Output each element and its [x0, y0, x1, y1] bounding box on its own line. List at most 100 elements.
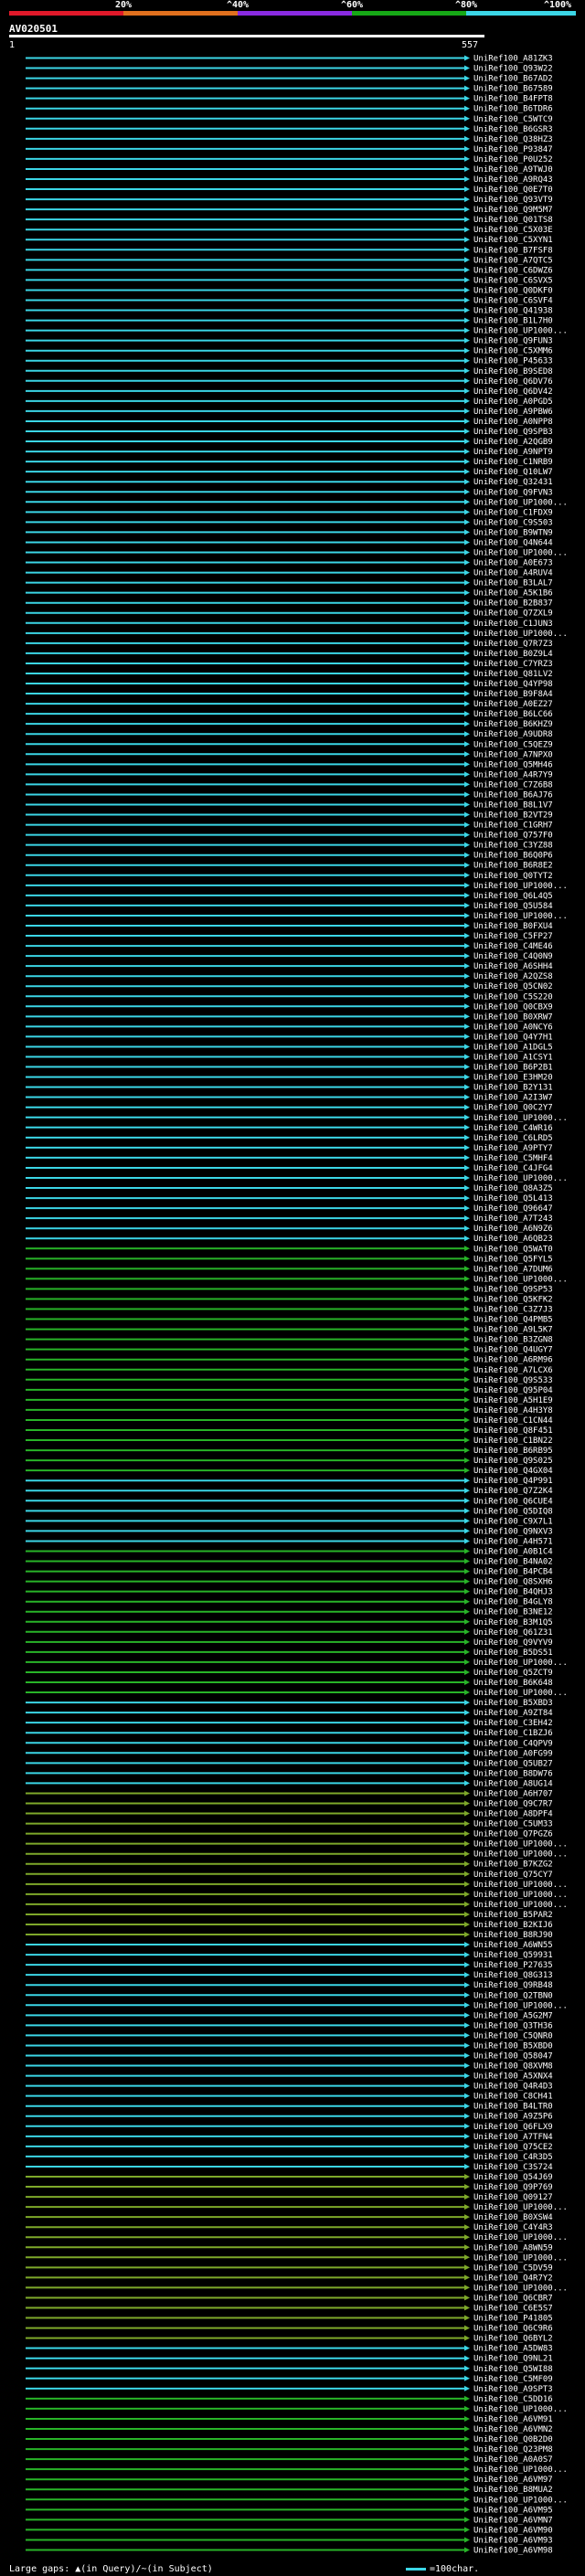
hit-label[interactable]: UniRef100_Q5L413	[473, 1194, 553, 1203]
hit-label[interactable]: UniRef100_C5MF09	[473, 2375, 553, 2384]
hit-label[interactable]: UniRef100_C4Q0N9	[473, 952, 553, 961]
hit-label[interactable]: UniRef100_UP1000...	[473, 630, 568, 639]
hit-label[interactable]: UniRef100_Q95P04	[473, 1386, 553, 1395]
hit-label[interactable]: UniRef100_B8MUA2	[473, 2486, 553, 2495]
hit-label[interactable]: UniRef100_B2Y131	[473, 1084, 553, 1093]
hit-label[interactable]: UniRef100_B4FPT8	[473, 95, 553, 104]
hit-label[interactable]: UniRef100_C1CN44	[473, 1416, 553, 1426]
hit-label[interactable]: UniRef100_Q4YP98	[473, 680, 553, 689]
hit-label[interactable]: UniRef100_B6KHZ9	[473, 720, 553, 729]
hit-label[interactable]: UniRef100_UP1000...	[473, 1850, 568, 1860]
hit-label[interactable]: UniRef100_A6WN55	[473, 1941, 553, 1950]
hit-label[interactable]: UniRef100_A5XNX4	[473, 2072, 553, 2082]
hit-label[interactable]: UniRef100_A6VM97	[473, 2475, 553, 2485]
hit-label[interactable]: UniRef100_A9SPT3	[473, 2385, 553, 2394]
hit-label[interactable]: UniRef100_A9PTY7	[473, 1144, 553, 1153]
hit-label[interactable]: UniRef100_C4JFG4	[473, 1164, 553, 1173]
hit-label[interactable]: UniRef100_Q38HZ3	[473, 135, 553, 144]
hit-label[interactable]: UniRef100_Q9VYV9	[473, 1638, 553, 1648]
hit-label[interactable]: UniRef100_UP1000...	[473, 327, 568, 336]
hit-label[interactable]: UniRef100_B4GLY8	[473, 1598, 553, 1607]
hit-label[interactable]: UniRef100_Q9C7R7	[473, 1799, 553, 1808]
hit-label[interactable]: UniRef100_A5H1E9	[473, 1396, 553, 1405]
hit-label[interactable]: UniRef100_UP1000...	[473, 498, 568, 507]
hit-label[interactable]: UniRef100_A6VM91	[473, 2415, 553, 2424]
hit-label[interactable]: UniRef100_A8WN59	[473, 2243, 553, 2253]
hit-label[interactable]: UniRef100_Q9NXV3	[473, 1527, 553, 1536]
hit-label[interactable]: UniRef100_C5S220	[473, 992, 553, 1002]
hit-label[interactable]: UniRef100_Q6L4Q5	[473, 892, 553, 901]
hit-label[interactable]: UniRef100_A2QZS8	[473, 972, 553, 981]
hit-label[interactable]: UniRef100_B5PAR2	[473, 1911, 553, 1920]
hit-label[interactable]: UniRef100_Q6DV42	[473, 387, 553, 397]
hit-label[interactable]: UniRef100_Q6DV76	[473, 377, 553, 387]
hit-label[interactable]: UniRef100_UP1000...	[473, 2465, 568, 2475]
hit-label[interactable]: UniRef100_UP1000...	[473, 1901, 568, 1910]
hit-label[interactable]: UniRef100_Q09127	[473, 2193, 553, 2202]
hit-label[interactable]: UniRef100_Q9S025	[473, 1457, 553, 1466]
hit-label[interactable]: UniRef100_Q0B2D0	[473, 2435, 553, 2444]
hit-label[interactable]: UniRef100_A6VM98	[473, 2546, 553, 2555]
hit-label[interactable]: UniRef100_C3YZ88	[473, 842, 553, 851]
hit-label[interactable]: UniRef100_A8UG14	[473, 1779, 553, 1788]
hit-label[interactable]: UniRef100_P0U252	[473, 155, 553, 164]
hit-label[interactable]: UniRef100_A0E673	[473, 559, 553, 568]
hit-label[interactable]: UniRef100_C3Z7J3	[473, 1306, 553, 1315]
hit-label[interactable]: UniRef100_Q32431	[473, 478, 553, 487]
hit-label[interactable]: UniRef100_B4QHJ3	[473, 1588, 553, 1597]
hit-label[interactable]: UniRef100_UP1000...	[473, 1275, 568, 1284]
hit-label[interactable]: UniRef100_Q8F451	[473, 1426, 553, 1436]
hit-label[interactable]: UniRef100_UP1000...	[473, 1114, 568, 1123]
hit-label[interactable]: UniRef100_A9NPT9	[473, 448, 553, 457]
hit-label[interactable]: UniRef100_B67AD2	[473, 75, 553, 84]
hit-label[interactable]: UniRef100_B4PCB4	[473, 1568, 553, 1577]
hit-label[interactable]: UniRef100_A6VM93	[473, 2536, 553, 2545]
hit-label[interactable]: UniRef100_A0A0S7	[473, 2455, 553, 2465]
hit-label[interactable]: UniRef100_UP1000...	[473, 912, 568, 921]
hit-label[interactable]: UniRef100_UP1000...	[473, 2253, 568, 2263]
hit-label[interactable]: UniRef100_A7LCX6	[473, 1366, 553, 1375]
hit-label[interactable]: UniRef100_C7Z6B8	[473, 780, 553, 790]
hit-label[interactable]: UniRef100_B0XRW7	[473, 1012, 553, 1022]
hit-label[interactable]: UniRef100_Q59931	[473, 1951, 553, 1960]
hit-label[interactable]: UniRef100_A9RQ43	[473, 175, 553, 185]
hit-label[interactable]: UniRef100_A0FG99	[473, 1749, 553, 1758]
hit-label[interactable]: UniRef100_A7QTC5	[473, 256, 553, 265]
hit-label[interactable]: UniRef100_A6VM90	[473, 2526, 553, 2535]
hit-label[interactable]: UniRef100_Q0C2Y7	[473, 1104, 553, 1113]
hit-label[interactable]: UniRef100_A0EZ27	[473, 700, 553, 709]
hit-label[interactable]: UniRef100_Q6CBR7	[473, 2294, 553, 2303]
hit-label[interactable]: UniRef100_Q93VT9	[473, 196, 553, 205]
hit-label[interactable]: UniRef100_Q01TS8	[473, 216, 553, 225]
hit-label[interactable]: UniRef100_B3NE12	[473, 1608, 553, 1617]
hit-label[interactable]: UniRef100_A9L5K7	[473, 1326, 553, 1335]
hit-label[interactable]: UniRef100_A6H707	[473, 1789, 553, 1798]
hit-label[interactable]: UniRef100_A2I3W7	[473, 1094, 553, 1103]
hit-label[interactable]: UniRef100_P93847	[473, 145, 553, 154]
hit-label[interactable]: UniRef100_B3ZGN8	[473, 1336, 553, 1345]
hit-label[interactable]: UniRef100_C4Y4R3	[473, 2223, 553, 2232]
hit-label[interactable]: UniRef100_C5QNR0	[473, 2031, 553, 2041]
hit-label[interactable]: UniRef100_Q61Z31	[473, 1628, 553, 1638]
hit-label[interactable]: UniRef100_C6SVF4	[473, 296, 553, 305]
hit-label[interactable]: UniRef100_Q5UB27	[473, 1759, 553, 1768]
hit-label[interactable]: UniRef100_UP1000...	[473, 2405, 568, 2414]
hit-label[interactable]: UniRef100_Q9SP53	[473, 1285, 553, 1294]
hit-label[interactable]: UniRef100_UP1000...	[473, 1891, 568, 1900]
hit-label[interactable]: UniRef100_B6AJ76	[473, 790, 553, 800]
hit-label[interactable]: UniRef100_B1L7H0	[473, 317, 553, 326]
hit-label[interactable]: UniRef100_Q41938	[473, 307, 553, 316]
hit-label[interactable]: UniRef100_Q9P769	[473, 2183, 553, 2192]
hit-label[interactable]: UniRef100_UP1000...	[473, 548, 568, 557]
hit-label[interactable]: UniRef100_Q5U584	[473, 902, 553, 911]
hit-label[interactable]: UniRef100_A1CSY1	[473, 1054, 553, 1063]
hit-label[interactable]: UniRef100_C4R3D5	[473, 2153, 553, 2162]
hit-label[interactable]: UniRef100_Q5ZCT9	[473, 1669, 553, 1678]
hit-label[interactable]: UniRef100_Q4P991	[473, 1477, 553, 1486]
hit-label[interactable]: UniRef100_Q5MH46	[473, 760, 553, 769]
hit-label[interactable]: UniRef100_UP1000...	[473, 2001, 568, 2010]
hit-label[interactable]: UniRef100_Q5KFK2	[473, 1295, 553, 1304]
hit-label[interactable]: UniRef100_C1JUN3	[473, 620, 553, 629]
hit-label[interactable]: UniRef100_C4WR16	[473, 1124, 553, 1133]
hit-label[interactable]: UniRef100_B6RB95	[473, 1447, 553, 1456]
